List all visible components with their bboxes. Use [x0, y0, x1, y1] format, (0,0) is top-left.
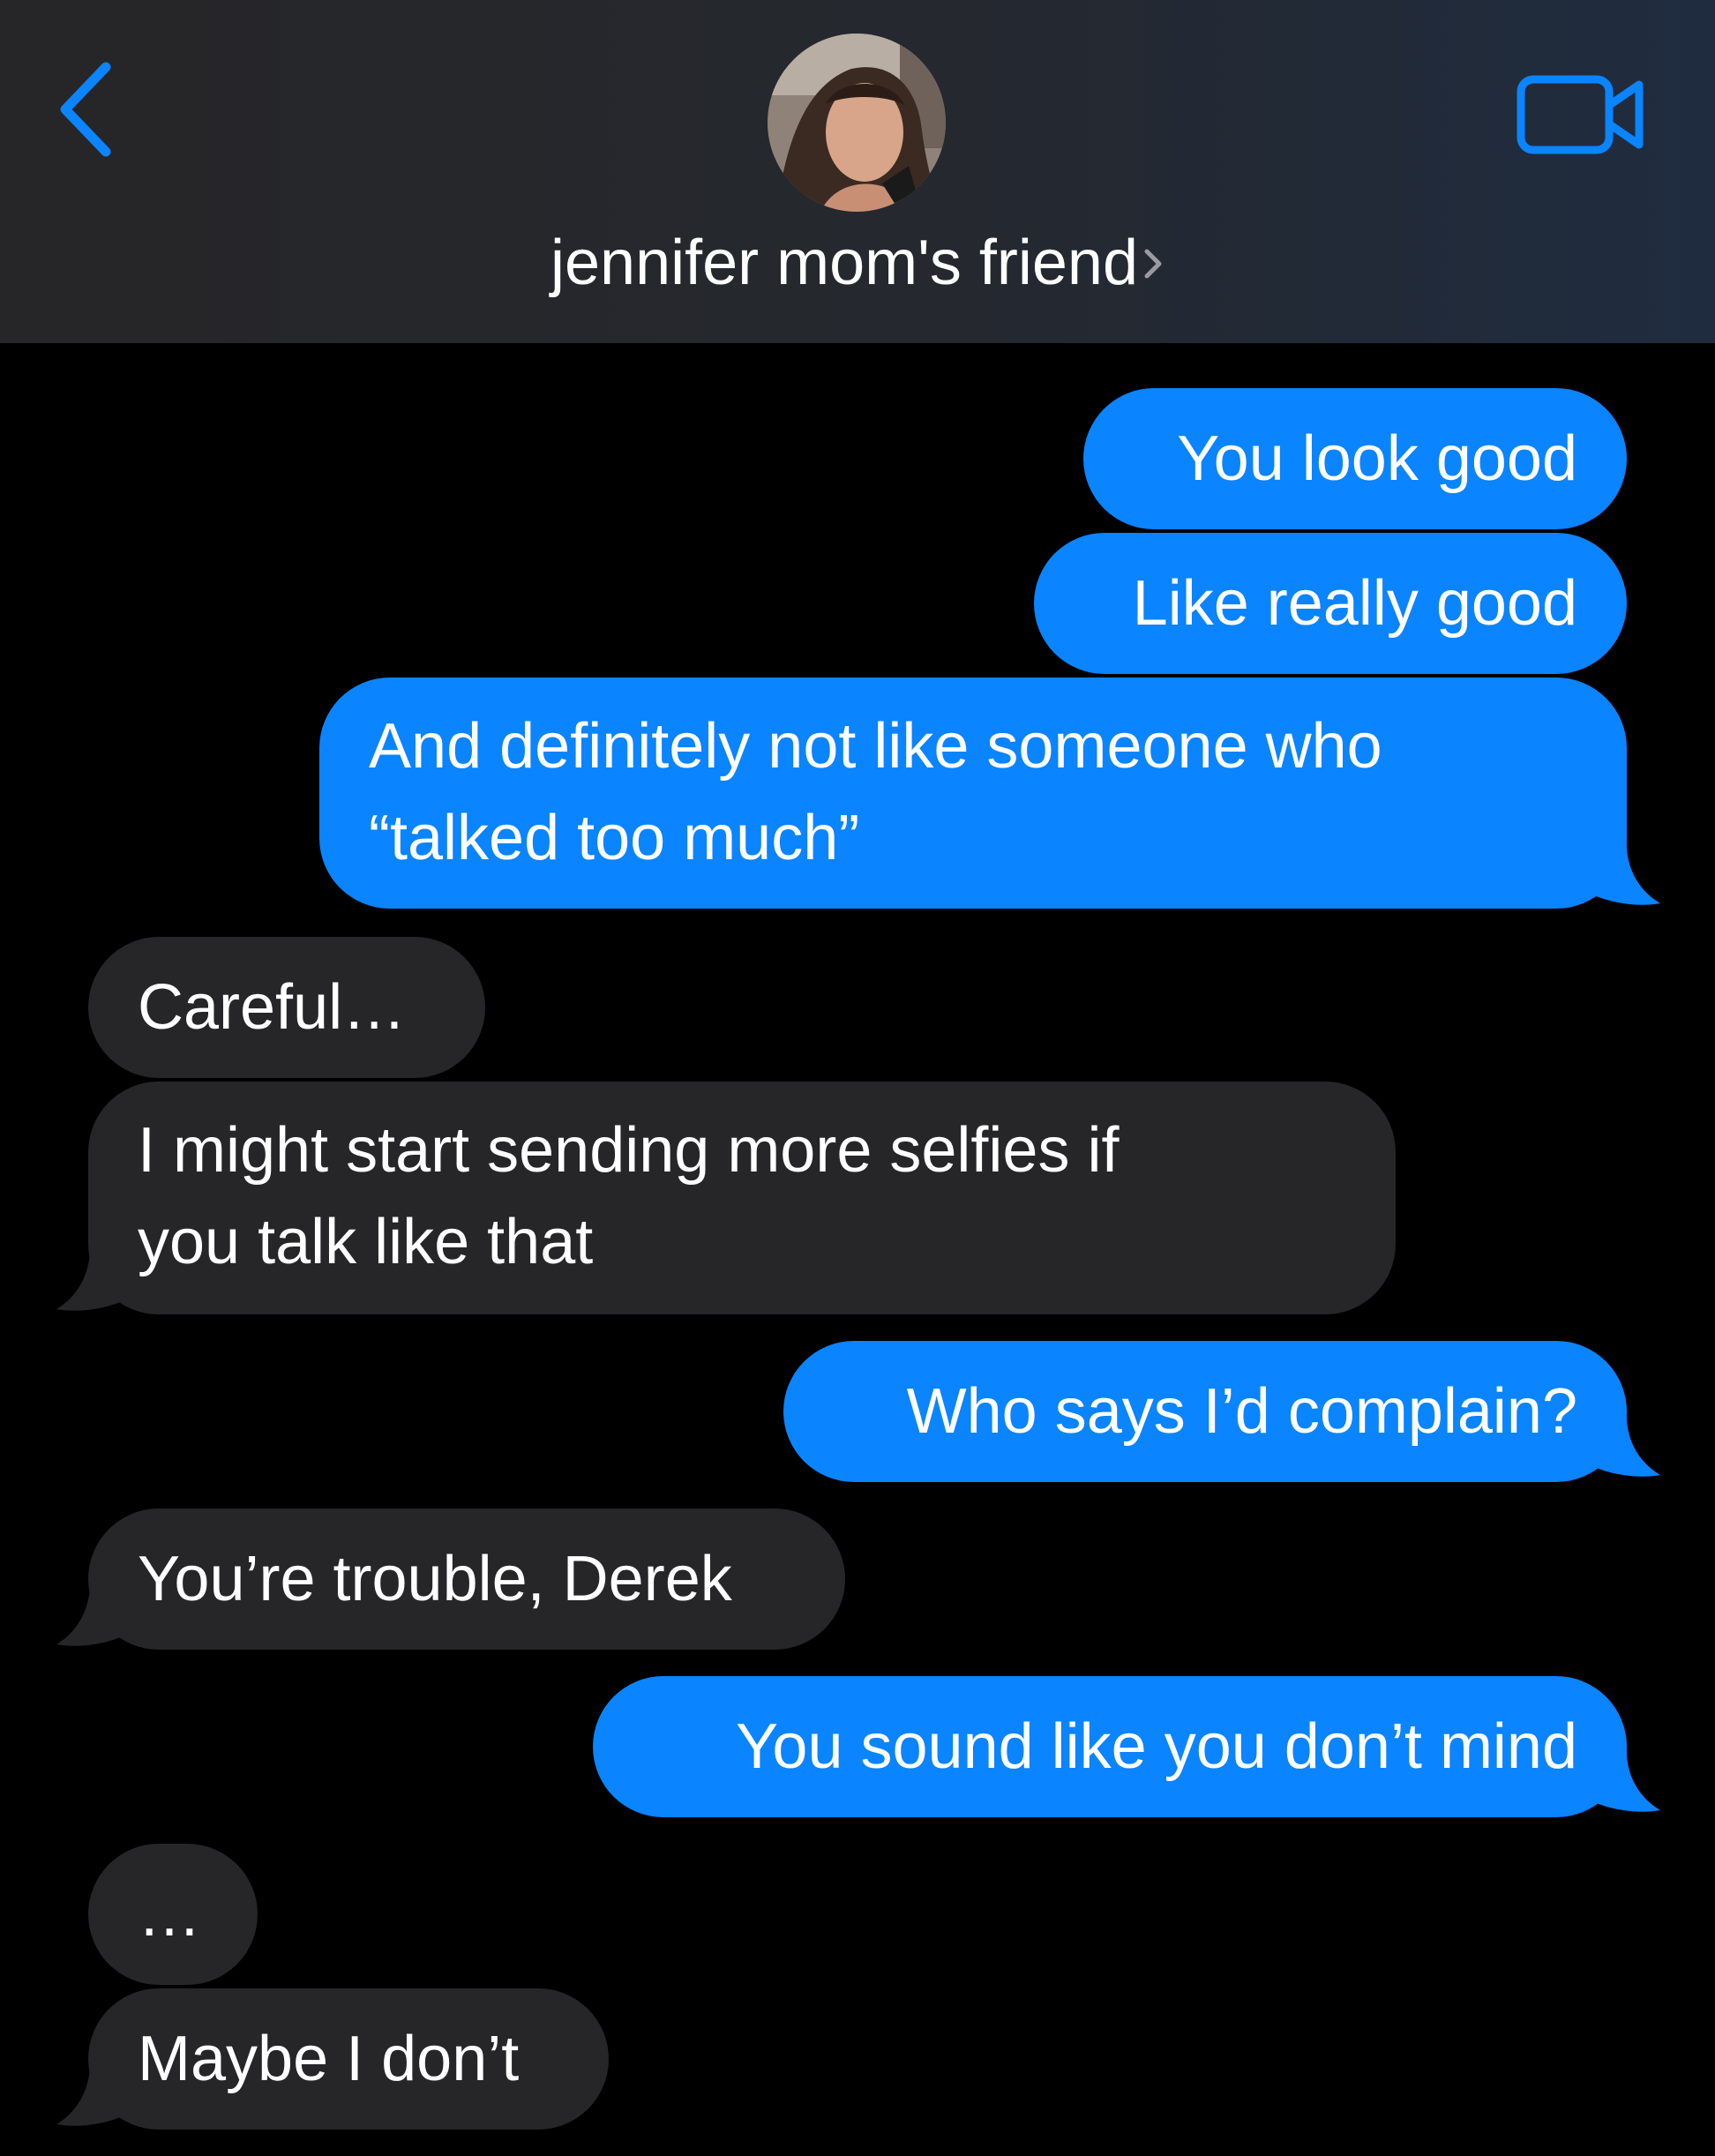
message-bubble-received[interactable]: …: [88, 1844, 258, 1985]
bubble-tail: [1579, 1745, 1660, 1812]
contact-photo: [768, 34, 946, 212]
contact-name-button[interactable]: jennifer mom's friend: [0, 219, 1715, 307]
message-text: Like really good: [1132, 568, 1577, 639]
message-bubble-sent[interactable]: You sound like you don’t mind: [593, 1676, 1627, 1817]
message-text: Who says I’d complain?: [906, 1376, 1577, 1447]
message-bubble-sent[interactable]: Like really good: [1034, 533, 1627, 674]
bubble-tail: [56, 1242, 138, 1311]
message-text: …: [138, 1879, 201, 1950]
message-text: You look good: [1177, 423, 1577, 494]
message-text-line: And definitely not like someone who: [369, 711, 1382, 782]
message-bubble-sent[interactable]: You look good: [1083, 388, 1627, 529]
bubble-tail: [56, 2057, 138, 2126]
message-text: You sound like you don’t mind: [736, 1711, 1577, 1782]
message-bubble-received[interactable]: I might start sending more selfies if yo…: [88, 1082, 1396, 1314]
message-text: You’re trouble, Derek: [138, 1544, 732, 1614]
back-button[interactable]: [51, 55, 131, 169]
chevron-right-icon: [1144, 249, 1162, 279]
message-text: Careful…: [138, 972, 407, 1043]
video-camera-icon: [1517, 75, 1644, 154]
message-text-line: “talked too much”: [369, 803, 860, 873]
bubble-tail: [56, 1577, 138, 1646]
message-bubble-received[interactable]: Careful…: [88, 937, 485, 1078]
bubble-tail: [1579, 1410, 1660, 1477]
message-bubble-received[interactable]: You’re trouble, Derek: [88, 1508, 845, 1650]
video-call-button[interactable]: [1516, 71, 1648, 159]
chevron-left-icon: [60, 62, 111, 157]
message-bubble-sent[interactable]: And definitely not like someone who “tal…: [319, 677, 1627, 909]
message-bubble-sent[interactable]: Who says I’d complain?: [783, 1341, 1627, 1482]
message-text: Maybe I don’t: [138, 2024, 520, 2094]
chat-header: jennifer mom's friend: [0, 0, 1715, 343]
message-text-line: I might start sending more selfies if: [138, 1115, 1120, 1186]
message-bubble-received[interactable]: Maybe I don’t: [88, 1988, 609, 2130]
bubble-tail: [1579, 838, 1660, 905]
contact-name: jennifer mom's friend: [550, 228, 1138, 298]
message-text-line: you talk like that: [138, 1207, 594, 1277]
avatar[interactable]: [768, 34, 946, 212]
